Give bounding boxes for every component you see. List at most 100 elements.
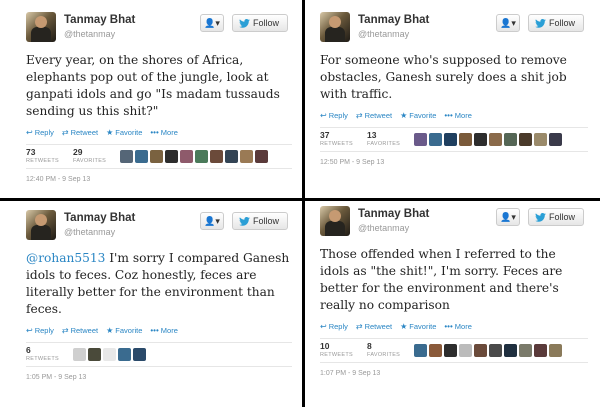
tweet-timestamp[interactable]: 12:40 PM - 9 Sep 13: [26, 176, 292, 183]
retweet-count[interactable]: 73 RETWEETS: [26, 147, 59, 166]
user-menu-button[interactable]: 👤▾: [200, 212, 224, 230]
retweet-icon: ⇄: [355, 321, 363, 331]
engager-avatar[interactable]: [549, 133, 563, 146]
more-action[interactable]: ••• More: [150, 128, 178, 137]
tweet-timestamp[interactable]: 1:05 PM - 9 Sep 13: [26, 374, 292, 381]
engager-avatars: [72, 348, 146, 361]
tweet-card: Tanmay Bhat @thetanmay 👤▾ Follow @rohan5…: [26, 210, 292, 381]
engager-avatar[interactable]: [117, 348, 131, 361]
favorite-count-label: FAVORITES: [72, 157, 107, 164]
tweet-text-block: Those offended when I referred to the id…: [320, 246, 588, 314]
engager-avatar[interactable]: [489, 344, 503, 357]
engager-avatar[interactable]: [132, 348, 146, 361]
engager-avatar[interactable]: [549, 344, 563, 357]
engager-avatar[interactable]: [459, 133, 473, 146]
reply-action[interactable]: ↩ Reply: [320, 111, 348, 120]
more-action[interactable]: ••• More: [150, 326, 178, 335]
user-handle[interactable]: @thetanmay: [358, 223, 409, 233]
engager-avatar[interactable]: [489, 133, 503, 146]
favorite-action[interactable]: ★ Favorite: [106, 128, 142, 137]
retweet-action[interactable]: ⇄ Retweet: [62, 128, 98, 137]
favorite-action[interactable]: ★ Favorite: [106, 326, 142, 335]
engager-avatar[interactable]: [534, 344, 548, 357]
user-handle[interactable]: @thetanmay: [64, 227, 115, 237]
engager-avatar[interactable]: [87, 348, 101, 361]
retweet-count[interactable]: 37 RETWEETS: [320, 130, 353, 149]
engager-avatar[interactable]: [255, 150, 269, 163]
reply-action[interactable]: ↩ Reply: [320, 322, 348, 331]
engager-avatar[interactable]: [504, 133, 518, 146]
engager-avatar[interactable]: [102, 348, 116, 361]
engager-avatar[interactable]: [444, 344, 458, 357]
user-name[interactable]: Tanmay Bhat: [64, 14, 135, 26]
user-name[interactable]: Tanmay Bhat: [358, 208, 429, 220]
engager-avatars: [414, 133, 563, 146]
engager-avatar[interactable]: [195, 150, 209, 163]
engager-avatar[interactable]: [135, 150, 149, 163]
user-name[interactable]: Tanmay Bhat: [358, 14, 429, 26]
retweet-count[interactable]: 10 RETWEETS: [320, 340, 353, 360]
follow-button[interactable]: Follow: [528, 14, 584, 32]
favorite-action[interactable]: ★ Favorite: [400, 322, 436, 331]
user-menu-button[interactable]: 👤▾: [496, 208, 520, 226]
follow-button[interactable]: Follow: [232, 212, 288, 230]
follow-button[interactable]: Follow: [528, 208, 584, 226]
twitter-bird-icon: [239, 19, 250, 28]
retweet-label: Retweet: [70, 127, 99, 137]
engager-avatar[interactable]: [429, 344, 443, 357]
engager-avatar[interactable]: [72, 348, 86, 361]
engager-avatar[interactable]: [210, 150, 224, 163]
engager-avatar[interactable]: [474, 133, 488, 146]
engager-avatar[interactable]: [534, 133, 548, 146]
engager-avatar[interactable]: [474, 344, 488, 357]
user-menu-button[interactable]: 👤▾: [496, 14, 520, 32]
retweet-action[interactable]: ⇄ Retweet: [356, 111, 392, 120]
ellipsis-icon: •••: [444, 110, 453, 120]
favorite-count[interactable]: 8 FAVORITES: [367, 341, 400, 360]
avatar[interactable]: [320, 12, 350, 42]
reply-label: Reply: [328, 110, 348, 120]
engager-avatar[interactable]: [150, 150, 164, 163]
retweet-count[interactable]: 6 RETWEETS: [26, 345, 59, 364]
retweet-count-value: 10: [320, 340, 330, 351]
user-menu-button[interactable]: 👤▾: [200, 14, 224, 32]
tweet-actions: ↩ Reply ⇄ Retweet ★ Favorite ••• More: [320, 108, 588, 122]
more-action[interactable]: ••• More: [444, 322, 472, 331]
tweet-header: Tanmay Bhat @thetanmay 👤▾ Follow: [26, 210, 292, 246]
engager-avatar[interactable]: [180, 150, 194, 163]
tweet-timestamp[interactable]: 1:07 PM - 9 Sep 13: [320, 370, 588, 377]
engager-avatar[interactable]: [504, 344, 518, 357]
user-handle[interactable]: @thetanmay: [64, 29, 115, 39]
user-handle[interactable]: @thetanmay: [358, 29, 409, 39]
reply-action[interactable]: ↩ Reply: [26, 128, 54, 137]
engager-avatar[interactable]: [414, 133, 428, 146]
tweet-actions: ↩ Reply ⇄ Retweet ★ Favorite ••• More: [26, 323, 292, 337]
engager-avatar[interactable]: [519, 344, 533, 357]
engager-avatar[interactable]: [429, 133, 443, 146]
engager-avatar[interactable]: [165, 150, 179, 163]
engager-avatar[interactable]: [414, 344, 428, 357]
favorite-count[interactable]: 29 FAVORITES: [72, 147, 107, 166]
avatar[interactable]: [26, 12, 56, 42]
retweet-action[interactable]: ⇄ Retweet: [356, 322, 392, 331]
engager-avatar[interactable]: [444, 133, 458, 146]
reply-action[interactable]: ↩ Reply: [26, 326, 54, 335]
follow-button[interactable]: Follow: [232, 14, 288, 32]
favorite-count[interactable]: 13 FAVORITES: [367, 130, 400, 149]
reply-label: Reply: [328, 321, 348, 331]
engager-avatar[interactable]: [459, 344, 473, 357]
engager-avatar[interactable]: [120, 150, 134, 163]
mention-link[interactable]: @rohan5513: [26, 251, 105, 265]
tweet-header: Tanmay Bhat @thetanmay 👤▾ Follow: [26, 12, 292, 48]
favorite-action[interactable]: ★ Favorite: [400, 111, 436, 120]
more-action[interactable]: ••• More: [444, 111, 472, 120]
engager-avatar[interactable]: [519, 133, 533, 146]
engager-avatar[interactable]: [240, 150, 254, 163]
retweet-count-label: RETWEETS: [26, 355, 59, 362]
tweet-timestamp[interactable]: 12:50 PM - 9 Sep 13: [320, 159, 588, 166]
user-name[interactable]: Tanmay Bhat: [64, 212, 135, 224]
avatar[interactable]: [26, 210, 56, 240]
avatar[interactable]: [320, 206, 350, 236]
retweet-action[interactable]: ⇄ Retweet: [62, 326, 98, 335]
engager-avatar[interactable]: [225, 150, 239, 163]
